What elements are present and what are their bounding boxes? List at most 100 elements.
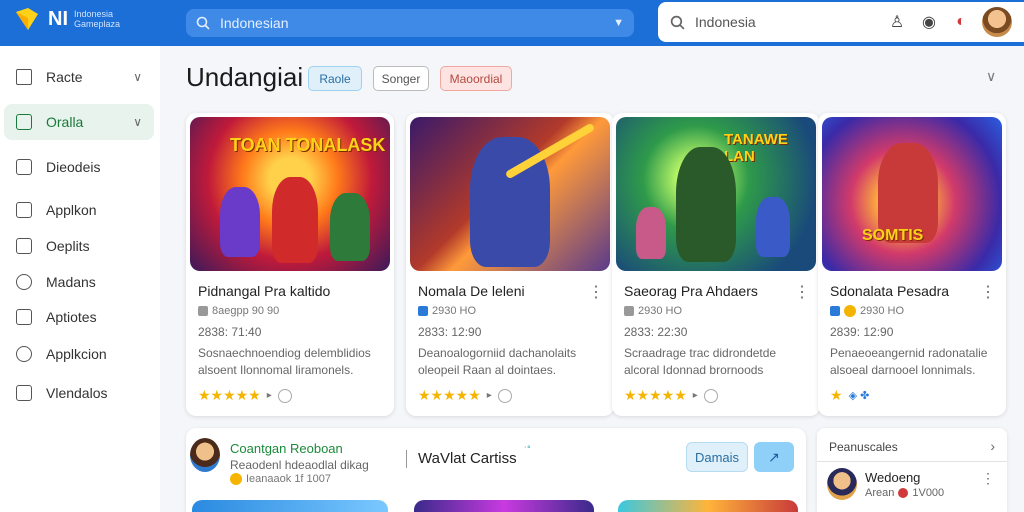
details-button[interactable]: Damais — [686, 442, 748, 472]
calendar-icon — [624, 306, 634, 316]
card-date: 2838: 71:40 — [198, 325, 262, 339]
character-figure — [330, 193, 370, 261]
search-icon — [196, 16, 210, 30]
featured-meta: Ieanaaok 1f 1007 — [230, 473, 331, 485]
game-thumbnail[interactable] — [192, 500, 388, 512]
document-icon — [16, 202, 32, 218]
featured-panel: Coantgan Reoboan Reaodenl hdeaodlal dika… — [186, 428, 806, 512]
sidebar-item-racte[interactable]: Racte ∨ — [4, 59, 154, 95]
info-icon[interactable] — [497, 388, 512, 403]
checkbox-icon — [418, 306, 428, 316]
sidebar-item-applkon[interactable]: Applkon — [4, 192, 154, 228]
card-title[interactable]: Saeorag Pra Ahdaers — [624, 283, 758, 299]
chevron-down-icon: ∨ — [133, 115, 142, 129]
coin-icon — [230, 473, 242, 485]
sidebar-item-oralla[interactable]: Oralla ∨ — [4, 104, 154, 140]
character-figure — [636, 207, 666, 259]
sidebar-item-label: Oeplits — [46, 238, 90, 254]
game-thumbnail[interactable]: SOMTIS — [822, 117, 1002, 271]
featured-subtitle: Reaodenl hdeaodlal dikag — [230, 458, 369, 472]
more-options-icon[interactable]: ⋮ — [980, 282, 996, 302]
primary-search-bar[interactable]: Indonesian ▼ — [186, 9, 634, 37]
featured-title[interactable]: Coantgan Reoboan — [230, 441, 343, 456]
game-card[interactable]: TOAN TONALASK Pidnangal Pra kaltido 8aeg… — [186, 113, 394, 416]
more-options-icon[interactable]: ⋮ — [588, 282, 604, 302]
card-rating: ★★★★★ ▸ — [624, 387, 718, 404]
user-icon[interactable]: ♙ — [886, 11, 908, 33]
page-title: Undangiai — [186, 62, 304, 92]
sidebar-item-label: Applkcion — [46, 346, 107, 362]
search-icon — [670, 15, 685, 30]
chevron-down-icon: ∨ — [133, 70, 142, 84]
more-icon: ▸ — [486, 390, 492, 401]
card-title[interactable]: Pidnangal Pra kaltido — [198, 283, 330, 299]
checkbox-icon — [830, 306, 840, 316]
divider — [406, 450, 407, 468]
game-card[interactable]: SOMTIS Sdonalata Pesadra ⋮ 2930 HO 2839:… — [818, 113, 1006, 416]
top-bar: NI Indonesia Gameplaza Indonesian ▼ Indo… — [0, 0, 1024, 46]
game-thumbnail[interactable]: TOAN TONALASK — [190, 117, 390, 271]
game-thumbnail[interactable] — [618, 500, 798, 512]
chevron-down-icon[interactable]: ∨ — [986, 68, 996, 85]
share-icon[interactable]: ◈ ✤ — [849, 389, 870, 402]
user-meta: Arean 1V000 — [865, 487, 945, 499]
card-meta: 2930 HO — [830, 305, 904, 317]
avatar[interactable] — [827, 468, 857, 500]
card-title[interactable]: Nomala De leleni — [418, 283, 525, 299]
sidebar-item-label: Applkon — [46, 202, 97, 218]
card-rating: ★★★★★ ▸ — [198, 387, 292, 404]
app-logo[interactable]: NI Indonesia Gameplaza — [14, 6, 120, 32]
card-title[interactable]: Sdonalata Pesadra — [830, 283, 949, 299]
card-description: Scraadrage trac didrondetde alcoral Idon… — [624, 346, 777, 377]
folder-icon — [16, 309, 32, 325]
settings-icon[interactable]: ◉ — [918, 11, 940, 33]
primary-search-text: Indonesian — [220, 15, 289, 31]
filter-chip[interactable]: Maoordial — [440, 66, 512, 91]
expand-button[interactable]: ↗ — [754, 442, 794, 472]
info-icon[interactable] — [703, 388, 718, 403]
game-card[interactable]: Nomala De leleni ⋮ 2930 HO 2833: 12:90 D… — [406, 113, 614, 416]
logo-line2: Gameplaza — [74, 19, 121, 29]
house-icon — [16, 159, 32, 175]
home-icon — [16, 69, 32, 85]
filter-chip[interactable]: Songer — [373, 66, 429, 91]
sidebar: Racte ∨ Oralla ∨ Dieodeis Applkon Oeplit… — [0, 46, 160, 512]
sidebar-item-oeplits[interactable]: Oeplits — [4, 228, 154, 264]
calendar-icon — [16, 238, 32, 254]
logo-icon — [16, 8, 38, 30]
game-thumbnail[interactable] — [414, 500, 594, 512]
coin-icon — [844, 305, 856, 317]
sidebar-item-label: Racte — [46, 69, 83, 85]
more-options-icon[interactable]: ⋮ — [981, 470, 995, 487]
card-meta: 8aegpp 90 90 — [198, 305, 279, 317]
user-name[interactable]: Wedoeng — [865, 470, 920, 485]
location-icon — [16, 346, 32, 362]
card-rating: ★ ◈ ✤ — [830, 387, 869, 404]
sidebar-item-vlendalos[interactable]: Vlendalos — [4, 375, 154, 411]
character-figure — [676, 147, 736, 262]
avatar[interactable] — [190, 438, 220, 472]
game-thumbnail[interactable]: TANAWE LAN — [616, 117, 816, 271]
game-card[interactable]: TANAWE LAN Saeorag Pra Ahdaers ⋮ 2930 HO… — [612, 113, 820, 416]
sidebar-item-dieodeis[interactable]: Dieodeis — [4, 149, 154, 185]
calendar-icon — [198, 306, 208, 316]
notification-icon[interactable]: ◐ — [950, 11, 972, 33]
sidebar-item-applkcion[interactable]: Applkcion — [4, 336, 154, 372]
star-rating: ★★★★★ — [418, 387, 481, 403]
clock-icon — [16, 274, 32, 290]
filter-chip[interactable]: Raole — [308, 66, 362, 91]
avatar[interactable] — [982, 7, 1012, 37]
thumbnail-banner: TOAN TONALASK — [230, 135, 386, 155]
secondary-search-bar[interactable]: Indonesia ♙ ◉ ◐ — [658, 2, 1024, 42]
sidebar-item-aptiotes[interactable]: Aptiotes — [4, 299, 154, 335]
sidebar-item-madans[interactable]: Madans — [4, 264, 154, 300]
thumbnail-banner: SOMTIS — [862, 227, 924, 244]
more-options-icon[interactable]: ⋮ — [794, 282, 810, 302]
character-figure — [220, 187, 260, 257]
info-icon[interactable] — [277, 388, 292, 403]
chevron-down-icon[interactable]: ▼ — [613, 17, 624, 29]
chevron-right-icon[interactable]: › — [990, 438, 995, 454]
sparkle-icon: ˙˚ — [524, 446, 531, 457]
game-thumbnail[interactable] — [410, 117, 610, 271]
star-rating: ★★★★★ — [624, 387, 687, 403]
